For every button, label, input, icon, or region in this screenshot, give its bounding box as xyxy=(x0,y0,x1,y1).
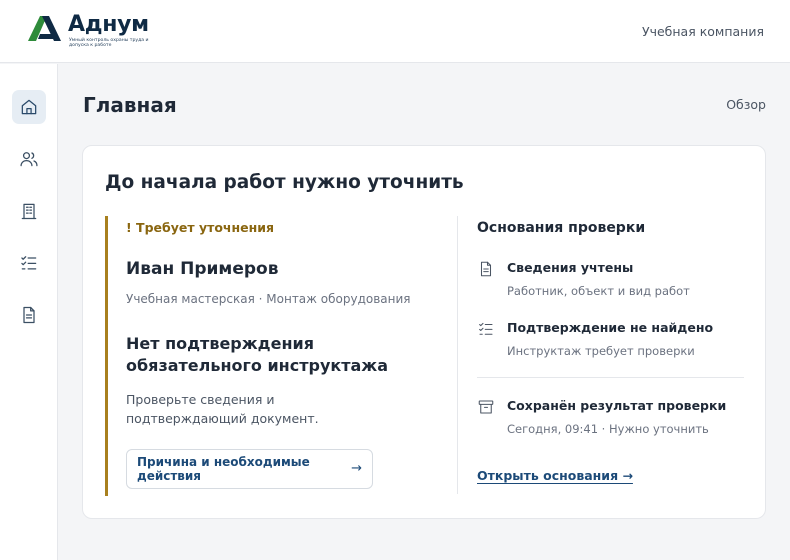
vertical-divider xyxy=(457,216,458,494)
basis-item-title: Подтверждение не найдено xyxy=(507,320,714,335)
logo-wordmark: Аднум xyxy=(68,12,149,37)
basis-item-title: Сохранён результат проверки xyxy=(507,398,727,413)
basis-item-title: Сведения учтены xyxy=(507,260,634,275)
sidebar-item-home[interactable] xyxy=(12,90,46,124)
horizontal-divider xyxy=(477,377,744,378)
basis-panel: Основания проверки Сведения учтены Работ… xyxy=(477,216,747,506)
archive-icon xyxy=(477,398,495,416)
sidebar-item-users[interactable] xyxy=(12,142,46,176)
home-icon xyxy=(21,99,37,115)
brand-logo[interactable]: Аднум Умный контроль охраны труда и допу… xyxy=(28,12,158,50)
sidebar xyxy=(0,64,58,560)
person-name: Иван Примеров xyxy=(126,259,279,279)
checklist-icon xyxy=(21,256,37,270)
overview-link[interactable]: Обзор xyxy=(726,97,766,112)
issue-block: ! Требует уточнения Иван Примеров Учебна… xyxy=(105,216,411,496)
logo-tagline: Умный контроль охраны труда и допуска к … xyxy=(69,38,149,49)
basis-title: Основания проверки xyxy=(477,220,646,236)
basis-item: Подтверждение не найдено Инструктаж треб… xyxy=(477,320,747,362)
building-icon xyxy=(21,203,37,220)
basis-item-subtitle: Работник, объект и вид работ xyxy=(507,284,690,298)
card-title: До начала работ нужно уточнить xyxy=(105,172,464,193)
users-icon xyxy=(20,152,38,167)
open-basis-link[interactable]: Открыть основания → xyxy=(477,468,633,483)
company-name[interactable]: Учебная компания xyxy=(642,24,764,39)
basis-item-subtitle: Сегодня, 09:41 · Нужно уточнить xyxy=(507,422,709,436)
logo-mark-icon xyxy=(28,16,61,41)
attention-card: До начала работ нужно уточнить ! Требует… xyxy=(82,145,766,519)
document-icon xyxy=(477,260,495,278)
sidebar-item-documents[interactable] xyxy=(12,298,46,332)
basis-item: Сведения учтены Работник, объект и вид р… xyxy=(477,260,747,302)
reason-actions-button[interactable]: Причина и необходимые действия → xyxy=(126,449,373,489)
reason-actions-label: Причина и необходимые действия xyxy=(137,455,310,483)
basis-item-subtitle: Инструктаж требует проверки xyxy=(507,344,695,358)
arrow-right-icon: → xyxy=(351,461,362,476)
checklist-icon xyxy=(477,320,495,338)
page-title: Главная xyxy=(83,93,177,117)
status-badge: ! Требует уточнения xyxy=(126,220,275,235)
issue-title: Нет подтверждения обязательного инструкт… xyxy=(126,334,389,375)
person-meta: Учебная мастерская · Монтаж оборудования xyxy=(126,292,411,306)
basis-item: Сохранён результат проверки Сегодня, 09:… xyxy=(477,398,747,440)
issue-description: Проверьте сведения и подтверждающий доку… xyxy=(126,392,319,426)
sidebar-item-objects[interactable] xyxy=(12,194,46,228)
document-icon xyxy=(23,306,35,324)
sidebar-item-checks[interactable] xyxy=(12,246,46,280)
app-header: Аднум Умный контроль охраны труда и допу… xyxy=(0,0,790,63)
